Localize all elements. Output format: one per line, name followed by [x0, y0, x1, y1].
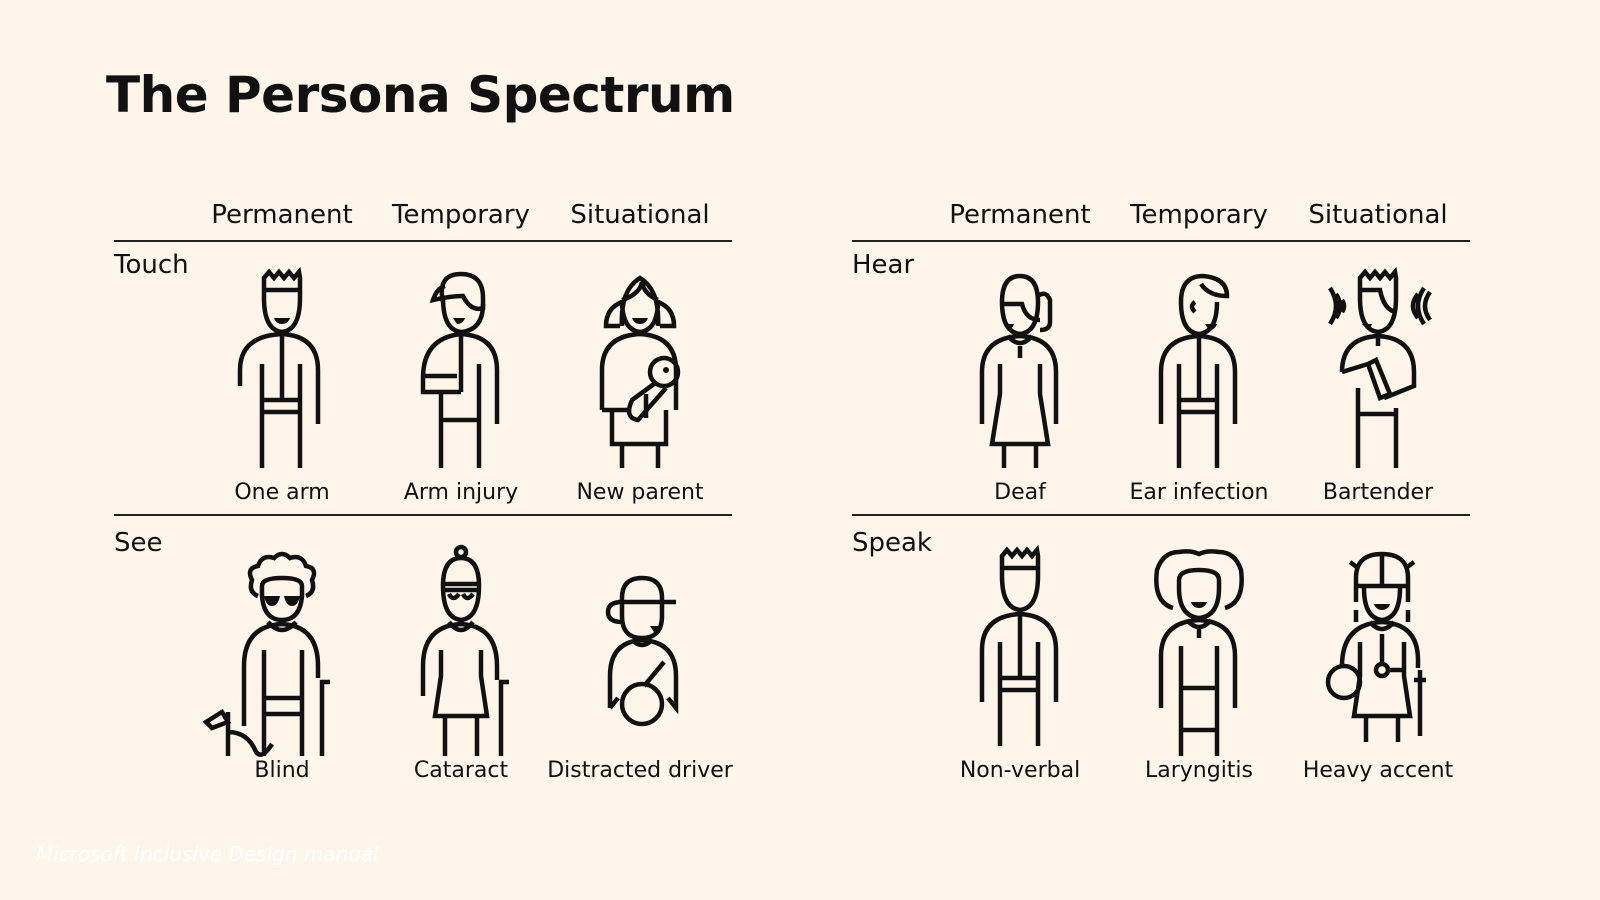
person-ear-infection-icon — [1139, 268, 1259, 478]
persona-caption-arm-injury: Arm injury — [403, 480, 519, 505]
row-label-hear: Hear — [852, 250, 915, 280]
persona-caption-one-arm: One arm — [234, 480, 330, 505]
column-header-temporary: Temporary — [392, 200, 530, 230]
persona-panel-hear-speak: Permanent Temporary Situational Hear Dea… — [852, 190, 1470, 810]
persona-caption-deaf: Deaf — [994, 480, 1046, 505]
person-one-arm-icon — [222, 266, 342, 478]
persona-caption-new-parent: New parent — [576, 480, 704, 505]
person-arm-sling-icon — [401, 268, 521, 478]
persona-caption-bartender: Bartender — [1322, 480, 1434, 505]
row-divider — [114, 514, 732, 516]
header-divider — [114, 240, 732, 242]
persona-caption-cataract: Cataract — [413, 758, 509, 783]
row-label-touch: Touch — [114, 250, 189, 280]
row-label-see: See — [114, 528, 163, 558]
row-divider — [852, 514, 1470, 516]
footer-watermark: Microsoft Inclusive Design manual — [36, 842, 379, 866]
person-bartender-icon — [1318, 266, 1438, 478]
column-header-situational: Situational — [570, 200, 710, 230]
column-header-temporary: Temporary — [1130, 200, 1268, 230]
persona-panel-touch-see: Permanent Temporary Situational Touch On… — [114, 190, 733, 810]
header-divider — [852, 240, 1470, 242]
person-driving-icon — [580, 546, 700, 756]
person-holding-baby-icon — [580, 268, 700, 478]
column-header-situational: Situational — [1308, 200, 1448, 230]
column-header-permanent: Permanent — [211, 200, 353, 230]
persona-caption-non-verbal: Non-verbal — [959, 758, 1081, 783]
person-with-guide-dog-icon — [202, 546, 342, 757]
person-deaf-icon — [960, 268, 1080, 478]
person-non-verbal-icon — [960, 544, 1080, 756]
page-title: The Persona Spectrum — [106, 66, 735, 124]
persona-caption-distracted-driver: Distracted driver — [547, 758, 733, 783]
row-label-speak: Speak — [852, 528, 932, 558]
persona-caption-heavy-accent: Heavy accent — [1302, 758, 1454, 783]
person-laryngitis-icon — [1139, 546, 1259, 756]
persona-caption-ear-infection: Ear infection — [1129, 480, 1269, 505]
persona-caption-laryngitis: Laryngitis — [1144, 758, 1254, 783]
person-with-cane-icon — [401, 544, 521, 756]
column-header-permanent: Permanent — [949, 200, 1091, 230]
persona-caption-blind: Blind — [254, 758, 310, 783]
person-heavy-accent-icon — [1318, 546, 1438, 756]
